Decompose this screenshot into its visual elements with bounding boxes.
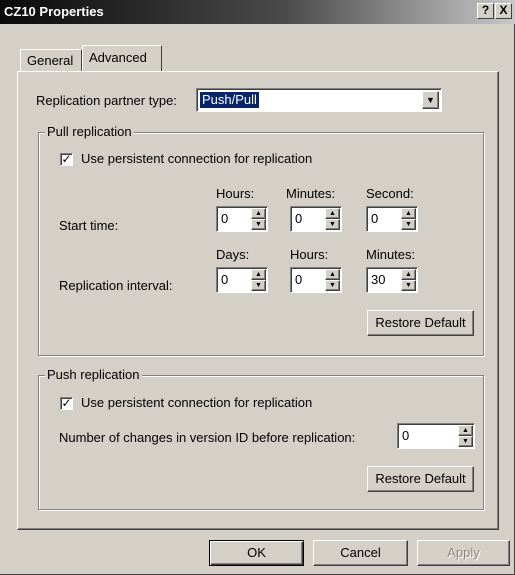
- spin-up-icon[interactable]: ▲: [251, 269, 266, 280]
- interval-minutes-value: 30: [371, 272, 386, 287]
- close-button[interactable]: X: [495, 3, 512, 19]
- properties-dialog: CZ10 Properties ? X General Advanced Rep…: [0, 0, 515, 575]
- pull-persistent-label: Use persistent connection for replicatio…: [81, 151, 313, 166]
- start-second-header: Second:: [366, 186, 414, 201]
- window-title: CZ10 Properties: [4, 4, 104, 19]
- spin-down-icon[interactable]: ▼: [401, 219, 416, 230]
- ok-button[interactable]: OK: [209, 540, 304, 566]
- interval-days-value: 0: [221, 272, 229, 287]
- start-hours-header: Hours:: [216, 186, 255, 201]
- push-persistent-label: Use persistent connection for replicatio…: [81, 395, 313, 410]
- start-hours-value: 0: [221, 211, 229, 226]
- interval-hours-header: Hours:: [290, 247, 329, 262]
- push-persistent-checkbox[interactable]: ✓: [60, 397, 73, 410]
- start-minutes-value: 0: [295, 211, 303, 226]
- tab-advanced[interactable]: Advanced: [82, 45, 162, 71]
- interval-hours-value: 0: [295, 272, 303, 287]
- interval-days-spinner[interactable]: 0 ▲ ▼: [216, 267, 268, 293]
- tab-advanced-label: Advanced: [89, 50, 147, 65]
- spin-down-icon[interactable]: ▼: [458, 436, 473, 447]
- changes-count-value: 0: [402, 428, 410, 443]
- apply-button[interactable]: Apply: [417, 540, 510, 566]
- replication-partner-select[interactable]: Push/Pull ▼: [196, 88, 442, 112]
- spin-up-icon[interactable]: ▲: [251, 208, 266, 219]
- start-second-value: 0: [371, 211, 379, 226]
- push-restore-default-button[interactable]: Restore Default: [367, 466, 474, 492]
- spin-up-icon[interactable]: ▲: [401, 269, 416, 280]
- replication-partner-value: Push/Pull: [200, 92, 259, 108]
- interval-days-header: Days:: [216, 247, 250, 262]
- spin-down-icon[interactable]: ▼: [401, 280, 416, 291]
- start-minutes-spinner[interactable]: 0 ▲ ▼: [290, 206, 342, 232]
- changes-count-label: Number of changes in version ID before r…: [59, 430, 356, 445]
- tab-general[interactable]: General: [20, 49, 82, 71]
- interval-hours-spinner[interactable]: 0 ▲ ▼: [290, 267, 342, 293]
- start-time-label: Start time:: [59, 218, 119, 233]
- spin-down-icon[interactable]: ▼: [251, 280, 266, 291]
- replication-interval-label: Replication interval:: [59, 278, 173, 293]
- start-minutes-header: Minutes:: [286, 186, 336, 201]
- help-button[interactable]: ?: [477, 3, 494, 19]
- advanced-panel: Replication partner type: Push/Pull ▼ Pu…: [17, 71, 499, 530]
- start-hours-spinner[interactable]: 0 ▲ ▼: [216, 206, 268, 232]
- spin-down-icon[interactable]: ▼: [325, 219, 340, 230]
- push-replication-group: Push replication ✓ Use persistent connec…: [38, 367, 484, 510]
- start-second-spinner[interactable]: 0 ▲ ▼: [366, 206, 418, 232]
- spin-up-icon[interactable]: ▲: [325, 208, 340, 219]
- interval-minutes-spinner[interactable]: 30 ▲ ▼: [366, 267, 418, 293]
- dropdown-arrow-icon[interactable]: ▼: [422, 91, 439, 109]
- spin-down-icon[interactable]: ▼: [251, 219, 266, 230]
- interval-minutes-header: Minutes:: [366, 247, 416, 262]
- spin-up-icon[interactable]: ▲: [325, 269, 340, 280]
- spin-up-icon[interactable]: ▲: [401, 208, 416, 219]
- spin-down-icon[interactable]: ▼: [325, 280, 340, 291]
- pull-replication-title: Pull replication: [45, 124, 134, 139]
- tab-general-label: General: [27, 53, 74, 68]
- pull-persistent-checkbox[interactable]: ✓: [60, 153, 73, 166]
- push-replication-title: Push replication: [45, 367, 142, 382]
- pull-replication-group: Pull replication ✓ Use persistent connec…: [38, 124, 484, 356]
- cancel-button[interactable]: Cancel: [313, 540, 408, 566]
- changes-count-spinner[interactable]: 0 ▲ ▼: [397, 423, 475, 449]
- replication-partner-label: Replication partner type:: [36, 93, 177, 108]
- pull-restore-default-button[interactable]: Restore Default: [367, 310, 474, 336]
- title-bar[interactable]: CZ10 Properties ? X: [0, 0, 515, 24]
- spin-up-icon[interactable]: ▲: [458, 425, 473, 436]
